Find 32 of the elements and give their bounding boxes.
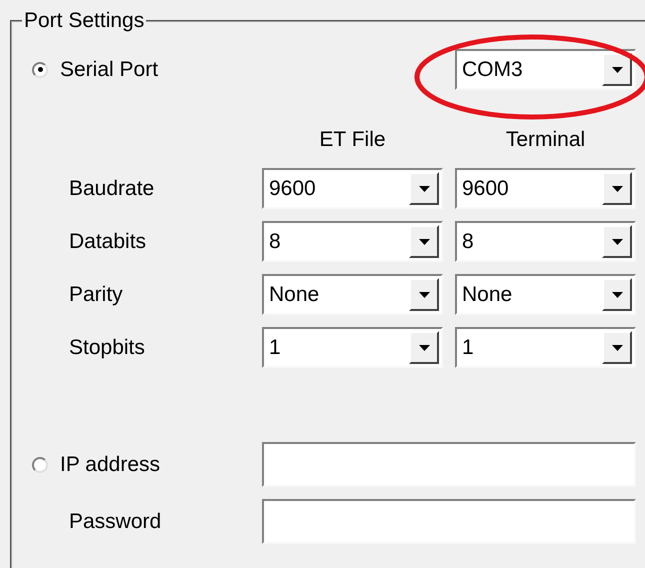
radio-label[interactable]: IP address [60,452,160,476]
dropdown[interactable]: 1 [262,327,443,368]
field-label: Databits [68,228,148,254]
caret-icon [612,66,622,72]
caret-icon [418,238,430,244]
dropdown[interactable]: COM3 [455,49,636,90]
column-header: ET File [318,127,387,153]
field-label: Baudrate [68,176,156,202]
caret-icon [418,186,430,192]
dropdown[interactable]: 9600 [455,168,636,209]
radio-button[interactable] [32,62,48,78]
caret-icon [418,292,430,298]
caret-icon [612,238,622,244]
caret-icon [612,186,622,192]
dropdown[interactable]: None [455,274,636,315]
input-field[interactable] [262,499,636,544]
dropdown[interactable]: 1 [455,327,636,368]
dropdown[interactable]: 9600 [262,168,443,209]
input-field[interactable] [262,442,636,487]
field-label: Stopbits [68,334,146,360]
field-label: Password [68,508,162,534]
group-title: Port Settings [23,10,146,32]
caret-icon [612,344,622,350]
radio-label[interactable]: Serial Port [60,58,158,82]
caret-icon [418,344,430,350]
dropdown[interactable]: 8 [455,221,636,262]
caret-icon [612,292,622,298]
column-header: Terminal [504,127,586,153]
radio-button[interactable] [32,456,48,472]
dropdown[interactable]: None [262,274,443,315]
dropdown[interactable]: 8 [262,221,443,262]
field-label: Parity [68,282,124,308]
